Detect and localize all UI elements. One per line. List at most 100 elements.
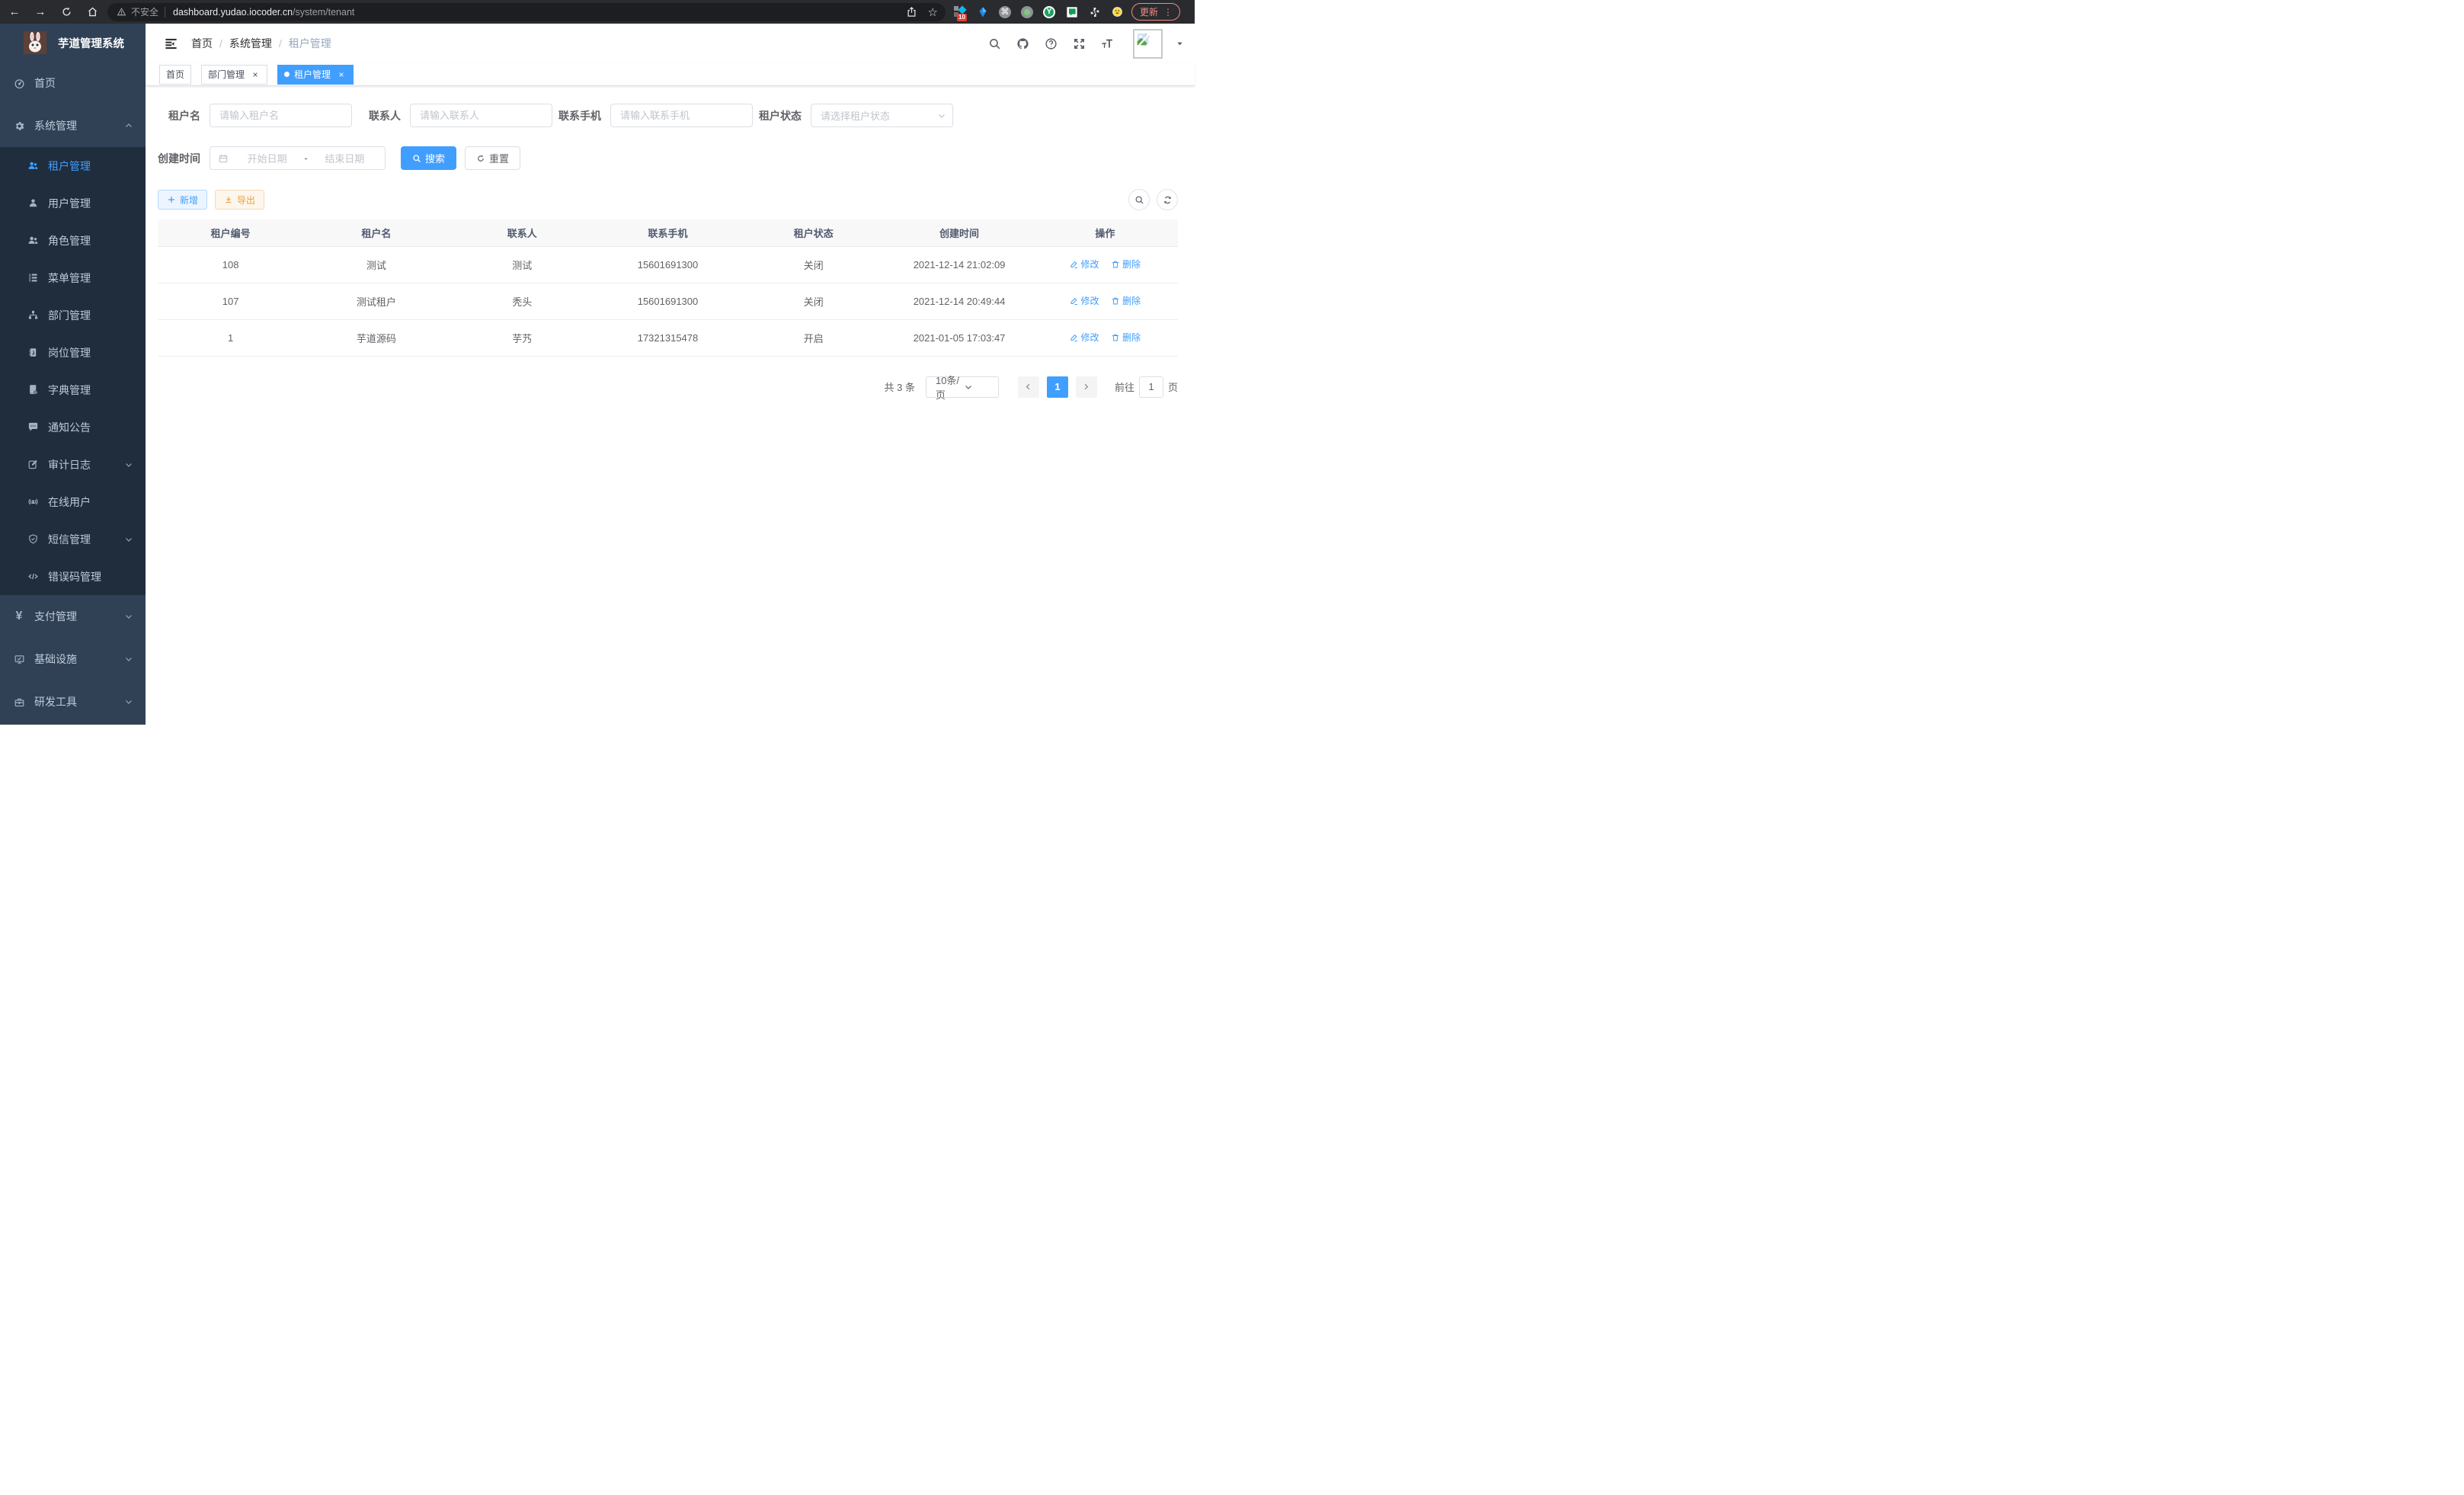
pagination: 共 3 条 10条/页 1 前往 [158, 376, 1178, 398]
browser-toolbar: ← → 不安全 dashboard.yudao.iocoder.cn/syste… [0, 0, 1195, 24]
sidebar-item-system[interactable]: 系统管理 [0, 104, 146, 147]
yudao-extension-icon[interactable]: Y [1043, 6, 1055, 18]
sidebar-item-role[interactable]: 角色管理 [0, 222, 146, 259]
command-extension-icon[interactable]: ⌘ [999, 6, 1011, 18]
download-icon [224, 195, 233, 204]
show-search-toggle-button[interactable] [1128, 189, 1150, 210]
status-select[interactable]: 请选择租户状态 [811, 104, 953, 127]
chat-extension-icon[interactable] [1065, 5, 1078, 18]
org-tree-icon [27, 309, 39, 322]
tag-assistant-icon[interactable]: 10 [953, 5, 966, 18]
fullscreen-icon[interactable] [1070, 35, 1087, 52]
search-button[interactable]: 搜索 [401, 146, 456, 170]
search-button-label: 搜索 [425, 151, 445, 165]
delete-link[interactable]: 删除 [1111, 331, 1141, 344]
emoji-extension-icon[interactable] [1111, 5, 1124, 18]
font-size-icon[interactable] [1099, 35, 1115, 52]
date-range-picker[interactable]: 开始日期 - 结束日期 [210, 146, 386, 170]
tab-home[interactable]: 首页 [159, 65, 191, 85]
sidebar-logo[interactable]: 芋道管理系统 [0, 24, 146, 62]
back-icon[interactable]: ← [7, 5, 22, 20]
edit-link[interactable]: 修改 [1070, 294, 1099, 307]
sidebar-collapse-icon[interactable] [164, 36, 179, 51]
sidebar-item-label: 基础设施 [34, 651, 77, 667]
sidebar-item-infra[interactable]: 基础设施 [0, 638, 146, 680]
help-icon[interactable] [1042, 35, 1059, 52]
col-actions: 操作 [1032, 219, 1178, 246]
sidebar-item-dept[interactable]: 部门管理 [0, 296, 146, 334]
page-size-select[interactable]: 10条/页 [926, 376, 999, 398]
browser-menu-icon[interactable]: ⋮ [1163, 7, 1173, 18]
sidebar-item-home[interactable]: 首页 [0, 62, 146, 104]
message-icon [27, 421, 39, 434]
tab-tenant[interactable]: 租户管理 × [277, 65, 354, 85]
tab-dept[interactable]: 部门管理 × [201, 65, 267, 85]
filter-contact: 联系人 [358, 104, 552, 127]
browser-update-button[interactable]: 更新 ⋮ [1131, 3, 1180, 21]
close-icon[interactable]: × [336, 70, 347, 79]
sidebar-item-error-code[interactable]: 错误码管理 [0, 558, 146, 595]
address-bar[interactable]: 不安全 dashboard.yudao.iocoder.cn/system/te… [107, 3, 946, 21]
tenant-name-input[interactable] [210, 104, 352, 127]
sidebar-item-post[interactable]: 岗位管理 [0, 334, 146, 371]
edit-link[interactable]: 修改 [1070, 258, 1099, 271]
edit-link[interactable]: 修改 [1070, 331, 1099, 344]
cell-contact: 秃头 [450, 283, 595, 319]
sidebar-item-sms[interactable]: 短信管理 [0, 520, 146, 558]
avatar-caret-icon[interactable] [1176, 40, 1184, 48]
phone-input[interactable] [610, 104, 753, 127]
contact-input[interactable] [410, 104, 552, 127]
forward-icon[interactable]: → [33, 5, 48, 20]
export-button[interactable]: 导出 [215, 190, 264, 210]
puzzle-icon[interactable] [1088, 5, 1101, 18]
end-date-placeholder[interactable]: 结束日期 [312, 151, 377, 165]
sidebar-item-pay[interactable]: ¥ 支付管理 [0, 595, 146, 638]
next-page-button[interactable] [1076, 376, 1097, 398]
page-number-button[interactable]: 1 [1047, 376, 1068, 398]
sidebar-item-audit-log[interactable]: 审计日志 [0, 446, 146, 483]
sidebar-item-user[interactable]: 用户管理 [0, 184, 146, 222]
create-time-label: 创建时间 [158, 151, 210, 166]
pay-icon: ¥ [13, 610, 25, 623]
tab-label: 部门管理 [208, 68, 245, 81]
breadcrumb-system[interactable]: 系统管理 [229, 36, 272, 51]
delete-link[interactable]: 删除 [1111, 258, 1141, 271]
kite-icon[interactable] [976, 5, 989, 18]
avatar-broken-image[interactable] [1133, 29, 1163, 59]
sidebar-item-notice[interactable]: 通知公告 [0, 408, 146, 446]
recorder-extension-icon[interactable] [1021, 6, 1033, 18]
reload-icon[interactable] [59, 5, 74, 20]
chevron-down-icon [937, 111, 946, 120]
sidebar-item-dict[interactable]: 字典管理 [0, 371, 146, 408]
share-icon[interactable] [906, 6, 917, 18]
reset-button[interactable]: 重置 [465, 146, 520, 170]
cell-contact: 测试 [450, 246, 595, 283]
log-icon [27, 459, 39, 471]
home-icon[interactable] [85, 5, 100, 20]
sidebar-item-label: 审计日志 [48, 457, 91, 472]
breadcrumb-home[interactable]: 首页 [191, 36, 213, 51]
sidebar-item-tenant[interactable]: 租户管理 [0, 147, 146, 184]
breadcrumb-separator: / [279, 37, 282, 50]
start-date-placeholder[interactable]: 开始日期 [235, 151, 299, 165]
url-host[interactable]: dashboard.yudao.iocoder.cn [173, 7, 293, 18]
header-search-icon[interactable] [986, 35, 1003, 52]
add-button[interactable]: 新增 [158, 190, 207, 210]
url-path[interactable]: /system/tenant [293, 7, 354, 18]
delete-label: 删除 [1122, 294, 1141, 307]
prev-page-button[interactable] [1018, 376, 1039, 398]
refresh-table-button[interactable] [1157, 189, 1178, 210]
sidebar-item-label: 研发工具 [34, 694, 77, 709]
reset-button-label: 重置 [489, 151, 509, 165]
sidebar-item-dev-tools[interactable]: 研发工具 [0, 680, 146, 723]
delete-link[interactable]: 删除 [1111, 294, 1141, 307]
cell-created: 2021-12-14 20:49:44 [886, 283, 1032, 319]
sidebar-item-menu[interactable]: 菜单管理 [0, 259, 146, 296]
sidebar-item-label: 菜单管理 [48, 271, 91, 286]
bookmark-star-icon[interactable]: ☆ [928, 5, 938, 19]
github-icon[interactable] [1014, 35, 1031, 52]
security-label[interactable]: 不安全 [131, 5, 158, 18]
close-icon[interactable]: × [250, 70, 261, 79]
goto-page-input[interactable] [1139, 376, 1163, 398]
sidebar-item-online-user[interactable]: 在线用户 [0, 483, 146, 520]
